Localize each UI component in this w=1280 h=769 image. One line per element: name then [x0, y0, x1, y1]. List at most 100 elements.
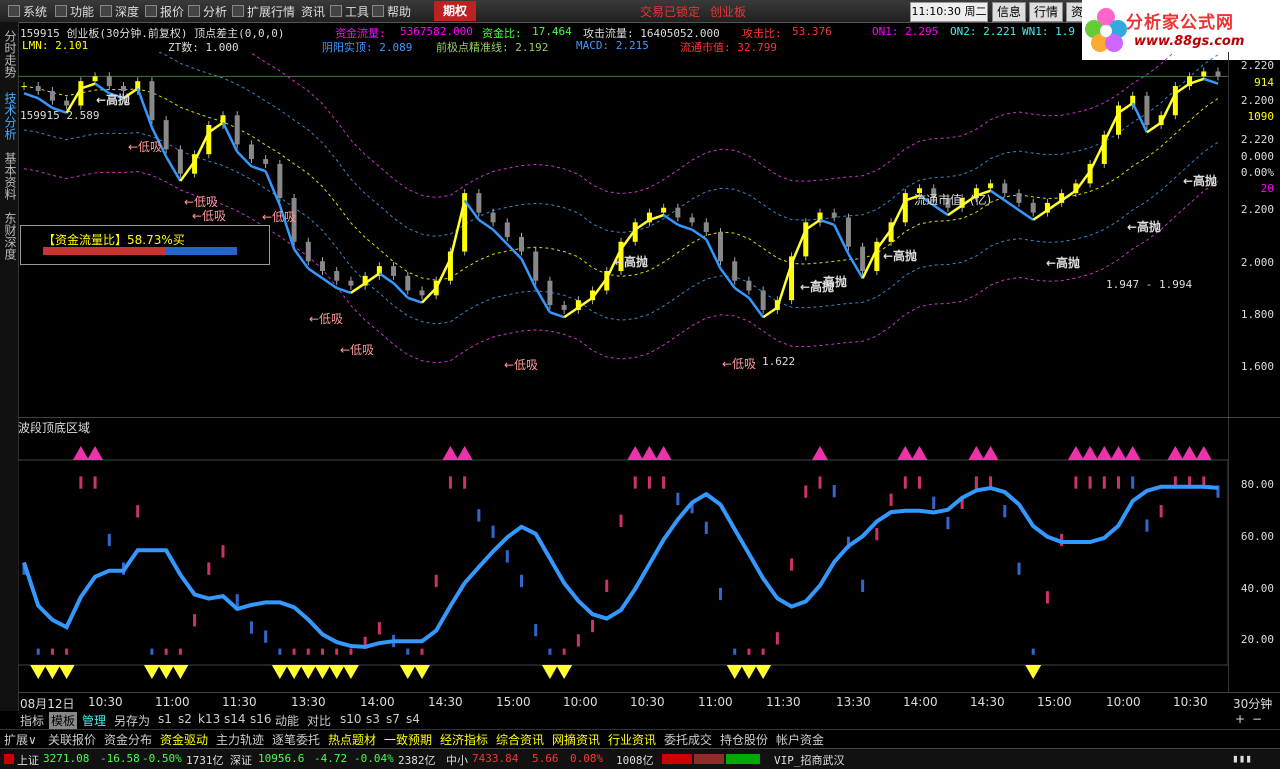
indicator-toolbar: 指标 模板 管理 另存为 s1 s2 k13 s14 s16 动能 对比 s10… — [0, 711, 1280, 729]
tb2-consensus[interactable]: 一致预期 — [384, 731, 432, 748]
menu-help[interactable]: 帮助 — [372, 3, 411, 20]
tb2-hot-topics[interactable]: 热点题材 — [328, 731, 376, 748]
time-label: 11:30 — [766, 695, 801, 709]
tab-technical[interactable]: 技术分析 — [2, 92, 17, 140]
tb-s14[interactable]: s14 — [224, 712, 246, 726]
tb2-orders[interactable]: 委托成交 — [664, 731, 712, 748]
tb2-extend[interactable]: 扩展∨ — [4, 731, 37, 748]
zx-amount: 1008亿 — [616, 754, 654, 767]
zx-label[interactable]: 中小 — [446, 752, 468, 768]
system-icon — [8, 5, 20, 17]
time-label: 11:00 — [155, 695, 190, 709]
flow-value: 5367582.000 — [400, 25, 473, 38]
candle — [476, 193, 482, 213]
tb2-funds[interactable]: 帐户资金 — [776, 731, 824, 748]
zoom-in-button[interactable]: + — [1235, 712, 1245, 726]
tb2-related-quote[interactable]: 关联报价 — [48, 731, 96, 748]
tb-s7[interactable]: s7 — [386, 712, 400, 726]
trade-lock-status: 交易已锁定 — [640, 5, 701, 19]
candle — [1030, 202, 1036, 213]
ratio-value: 17.464 — [532, 25, 572, 38]
tb-s16[interactable]: s16 — [250, 712, 272, 726]
quote-icon — [145, 5, 157, 17]
tb-s1[interactable]: s1 — [158, 712, 172, 726]
tb2-industry[interactable]: 行业资讯 — [608, 731, 656, 748]
candle — [1116, 105, 1121, 135]
time-label: 10:30 — [1173, 695, 1208, 709]
tab-intraday[interactable]: 分时走势 — [2, 30, 17, 78]
tab-fundamentals[interactable]: 基本资料 — [2, 152, 17, 200]
menu-function[interactable]: 功能 — [55, 3, 94, 20]
lower-oscillator-chart[interactable] — [18, 433, 1228, 693]
time-label: 11:00 — [698, 695, 733, 709]
candle — [988, 183, 994, 189]
candle — [490, 212, 496, 223]
candle — [334, 271, 340, 281]
help-icon — [372, 5, 384, 17]
period-label[interactable]: 30分钟 — [1233, 695, 1272, 712]
menu-system[interactable]: 系统 — [8, 3, 47, 20]
tb-s3[interactable]: s3 — [366, 712, 380, 726]
info-button[interactable]: 信息 — [992, 2, 1027, 22]
float-cap-chart-label: 流通市值: (亿) — [914, 193, 992, 207]
time-label: 15:00 — [496, 695, 531, 709]
tb-momentum[interactable]: 动能 — [275, 712, 299, 729]
tb2-web-news[interactable]: 网摘资讯 — [552, 731, 600, 748]
options-tab[interactable]: 期权 — [434, 1, 476, 21]
menu-analysis[interactable]: 分析 — [188, 3, 227, 20]
time-label: 13:30 — [291, 695, 326, 709]
wn1-value: WN1: 1.9 — [1022, 25, 1075, 38]
tb2-news[interactable]: 综合资讯 — [496, 731, 544, 748]
sh-label[interactable]: 上证 — [17, 752, 39, 768]
candle — [1016, 193, 1022, 203]
outer-band-upper — [248, 52, 1175, 199]
top-zone-marker — [655, 446, 672, 460]
menu-depth[interactable]: 深度 — [100, 3, 139, 20]
menu-quote[interactable]: 报价 — [145, 3, 184, 20]
macd-value: MACD: 2.215 — [576, 39, 649, 52]
candle — [1172, 86, 1178, 116]
time-label: 11:30 — [222, 695, 257, 709]
tb-indicator[interactable]: 指标 — [20, 712, 44, 729]
on2-value: ON2: 2.221 — [950, 25, 1017, 38]
tb-template[interactable]: 模板 — [49, 712, 78, 729]
tb-s4[interactable]: s4 — [406, 712, 420, 726]
tb-k13[interactable]: k13 — [198, 712, 220, 726]
tb-s2[interactable]: s2 — [178, 712, 192, 726]
menu-news[interactable]: 资讯 — [301, 3, 325, 20]
tb-compare[interactable]: 对比 — [307, 712, 331, 729]
zoom-out-button[interactable]: − — [1252, 712, 1262, 726]
tb2-holdings[interactable]: 持仓股份 — [720, 731, 768, 748]
bottom-zone-marker — [541, 665, 558, 679]
candle — [533, 251, 539, 281]
logo-url[interactable]: www.88gs.com — [1134, 34, 1244, 49]
trend-line-segment — [549, 311, 565, 319]
on1-value: ON1: 2.295 — [872, 25, 939, 38]
sz-label[interactable]: 深证 — [230, 752, 252, 768]
top-zone-marker — [1110, 446, 1127, 460]
candle — [760, 290, 766, 310]
tab-depth[interactable]: 东财深度 — [2, 212, 17, 260]
time-label: 08月12日 — [20, 697, 75, 711]
tb-s10[interactable]: s10 — [340, 712, 362, 726]
sell-marker: ←高抛 — [1183, 174, 1218, 188]
top-zone-marker — [1195, 446, 1212, 460]
tb2-capital-dist[interactable]: 资金分布 — [104, 731, 152, 748]
tb2-capital-drive[interactable]: 资金驱动 — [160, 731, 208, 748]
top-zone-marker — [72, 446, 89, 460]
bottom-zone-marker — [172, 665, 189, 679]
tb2-main-track[interactable]: 主力轨迹 — [216, 731, 264, 748]
menu-tools[interactable]: 工具 — [330, 3, 369, 20]
tb2-econ[interactable]: 经济指标 — [440, 731, 488, 748]
tb2-tick-order[interactable]: 逐笔委托 — [272, 731, 320, 748]
menu-ext-market[interactable]: 扩展行情 — [232, 3, 295, 20]
candle — [419, 290, 425, 296]
sz-value: 10956.6 — [258, 752, 305, 765]
tb-manage[interactable]: 管理 — [82, 712, 106, 729]
market-button[interactable]: 行情 — [1029, 2, 1064, 22]
candle — [1002, 183, 1008, 194]
tb-save-as[interactable]: 另存为 — [114, 712, 150, 729]
price-axis-label: 914 — [1254, 76, 1274, 89]
candle — [831, 212, 837, 218]
broker-name[interactable]: VIP_招商武汉 — [774, 752, 845, 768]
